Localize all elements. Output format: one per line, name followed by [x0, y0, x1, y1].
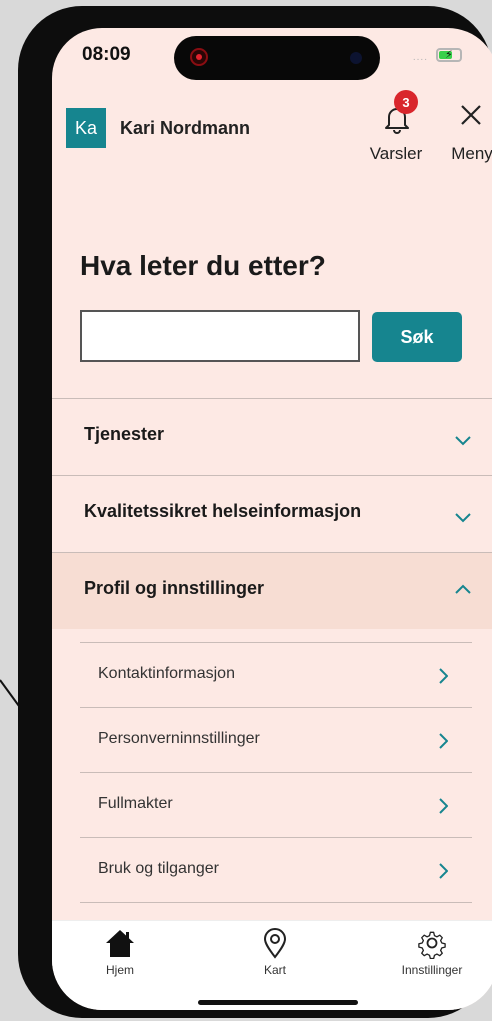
notifications-label: Varsler	[369, 144, 423, 163]
submenu-item-label: Fullmakter	[98, 795, 173, 812]
accordion-item-label: Kvalitetssikret helseinformasjon	[84, 501, 362, 521]
notifications-button[interactable]: 3 Varsler	[364, 90, 428, 170]
phone-frame: 08:09 .... ⚡ Ka Kari Nordmann 3 Varsler	[18, 6, 492, 1018]
close-icon	[461, 105, 481, 125]
avatar[interactable]: Ka	[66, 108, 106, 148]
search-input[interactable]	[80, 310, 360, 362]
nav-settings[interactable]: Innstillinger	[382, 927, 482, 983]
submenu-item-label: Kontaktinformasjon	[98, 665, 235, 682]
accordion-item-label: Profil og innstillinger	[84, 578, 264, 598]
user-name[interactable]: Kari Nordmann	[120, 118, 250, 139]
home-indicator	[198, 1000, 358, 1005]
submenu-item-label: Personverninnstillinger	[98, 730, 260, 747]
app-screen: 08:09 .... ⚡ Ka Kari Nordmann 3 Varsler	[52, 28, 492, 1010]
profile-submenu: Kontaktinformasjon Personverninnstilling…	[80, 642, 472, 903]
nav-label: Innstillinger	[401, 963, 463, 977]
accordion-item-tjenester[interactable]: Tjenester	[52, 398, 492, 475]
chevron-down-icon	[455, 436, 471, 446]
recording-indicator-icon	[190, 48, 208, 66]
camera-icon	[350, 52, 362, 64]
accordion-item-profil[interactable]: Profil og innstillinger	[52, 552, 492, 629]
accordion-item-helseinformasjon[interactable]: Kvalitetssikret helseinformasjon	[52, 475, 492, 552]
chevron-right-icon	[439, 798, 448, 814]
search-button[interactable]: Søk	[372, 312, 462, 362]
battery-icon: ⚡	[436, 48, 462, 62]
nav-label: Kart	[263, 963, 286, 977]
signal-indicator: ....	[412, 52, 428, 63]
nav-label: Hjem	[105, 963, 134, 977]
chevron-down-icon	[455, 513, 471, 523]
notification-count-badge: 3	[394, 90, 418, 114]
submenu-item-label: Bruk og tilganger	[98, 860, 219, 877]
status-bar: 08:09 .... ⚡	[52, 28, 492, 86]
submenu-item-bruk-og-tilganger[interactable]: Bruk og tilganger	[80, 837, 472, 903]
gear-icon	[418, 931, 446, 959]
submenu-item-kontaktinformasjon[interactable]: Kontaktinformasjon	[80, 642, 472, 707]
search-heading: Hva leter du etter?	[80, 250, 326, 281]
chevron-right-icon	[439, 668, 448, 684]
menu-label: Meny	[451, 144, 492, 163]
dynamic-island	[174, 36, 380, 80]
bottom-navigation: Hjem Kart Innstillinger	[52, 920, 492, 1010]
menu-button[interactable]: Meny	[446, 90, 492, 170]
main-accordion: Tjenester Kvalitetssikret helseinformasj…	[52, 398, 492, 629]
accordion-item-label: Tjenester	[84, 424, 165, 444]
status-time: 08:09	[82, 44, 131, 65]
chevron-right-icon	[439, 863, 448, 879]
map-pin-icon	[263, 928, 287, 959]
submenu-item-fullmakter[interactable]: Fullmakter	[80, 772, 472, 837]
submenu-item-personvern[interactable]: Personverninnstillinger	[80, 707, 472, 772]
nav-home[interactable]: Hjem	[70, 927, 170, 983]
nav-map[interactable]: Kart	[225, 927, 325, 983]
home-icon	[106, 930, 134, 957]
chevron-up-icon	[455, 584, 471, 594]
chevron-right-icon	[439, 733, 448, 749]
